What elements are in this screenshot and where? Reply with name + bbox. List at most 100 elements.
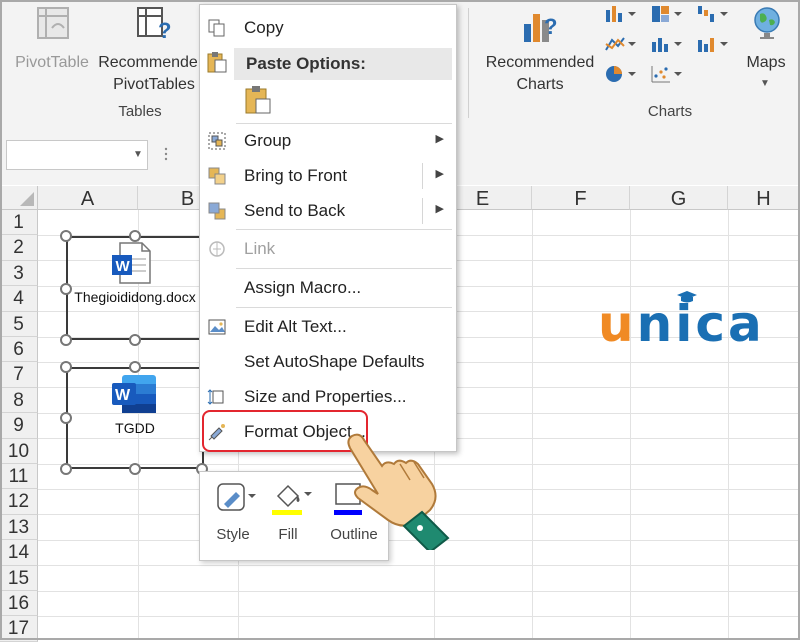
row-header[interactable]: 14	[0, 540, 38, 566]
column-header-g[interactable]: G	[630, 186, 728, 210]
maps-label: Maps	[746, 54, 786, 71]
row-header[interactable]: 8	[0, 387, 38, 414]
paste-options-header: Paste Options:	[234, 48, 452, 80]
recommended-charts-button[interactable]: ? Recommended Charts	[480, 4, 600, 96]
menu-item-group[interactable]: Group ▶	[200, 124, 456, 158]
style-label: Style	[216, 526, 250, 543]
gridline	[38, 591, 800, 592]
row-header[interactable]: 7	[0, 362, 38, 388]
row-header[interactable]: 1	[0, 210, 38, 236]
submenu-arrow-icon: ▶	[435, 168, 444, 180]
name-box-dropdown-icon[interactable]: ▼	[133, 149, 143, 160]
menu-separator	[236, 268, 452, 269]
hierarchy-chart-icon[interactable]	[650, 4, 684, 24]
row-header[interactable]: 3	[0, 260, 38, 287]
docx-object-label: Thegioididong.docx	[74, 289, 196, 305]
selection-handle[interactable]	[60, 283, 72, 295]
recommended-pivottables-label-1: Recommende	[98, 54, 198, 71]
column-header-a[interactable]: A	[38, 186, 138, 210]
pivottable-label: PivotTable	[15, 54, 89, 71]
row-header[interactable]: 13	[0, 514, 38, 541]
row-header[interactable]: 5	[0, 311, 38, 337]
group-icon	[208, 132, 226, 150]
selection-handle[interactable]	[129, 361, 141, 373]
unica-logo: unica	[598, 295, 765, 355]
send-to-back-icon	[208, 202, 226, 220]
selection-handle[interactable]	[60, 361, 72, 373]
alt-text-icon	[208, 319, 226, 335]
menu-size-and-properties-label: Size and Properties...	[244, 387, 407, 406]
column-header-f[interactable]: F	[532, 186, 630, 210]
tgdd-object-label: TGDD	[115, 420, 155, 436]
selection-handle[interactable]	[60, 412, 72, 424]
context-menu: Copy Paste Options: Group ▶ Bring to Fro…	[199, 4, 457, 452]
column-chart-icon[interactable]	[604, 4, 638, 24]
row-header[interactable]: 12	[0, 489, 38, 515]
paste-options-label: Paste Options:	[246, 54, 366, 73]
style-button[interactable]: Style	[214, 482, 258, 552]
menu-item-size-and-properties[interactable]: Size and Properties...	[200, 380, 456, 414]
gridline	[532, 210, 533, 640]
split-divider	[422, 198, 423, 224]
select-all-corner[interactable]	[0, 186, 38, 210]
row-header[interactable]: 17	[0, 616, 38, 642]
logo-letter-u: u	[598, 295, 637, 353]
name-box[interactable]: ▼	[6, 140, 148, 170]
selection-handle[interactable]	[60, 463, 72, 475]
charts-group-label: Charts	[647, 103, 693, 120]
menu-item-edit-alt-text[interactable]: Edit Alt Text...	[200, 310, 456, 344]
chart-types-gallery	[604, 4, 734, 84]
menu-item-bring-to-front[interactable]: Bring to Front ▶	[200, 159, 456, 193]
paste-icon	[206, 50, 228, 74]
recommended-pivottables-button[interactable]: ? Recommende PivotTables	[96, 4, 200, 96]
gridline	[630, 210, 631, 640]
row-header[interactable]: 10	[0, 438, 38, 464]
pivottable-icon	[37, 7, 69, 39]
scatter-chart-icon[interactable]	[650, 64, 684, 84]
copy-icon	[208, 19, 225, 37]
formula-bar-grip-icon	[164, 146, 168, 162]
recommended-pivottables-icon: ?	[137, 7, 171, 42]
fill-button[interactable]: Fill	[270, 482, 314, 552]
line-chart-icon[interactable]	[604, 34, 638, 54]
row-header[interactable]: 9	[0, 413, 38, 439]
selection-handle[interactable]	[129, 334, 141, 346]
statistic-chart-icon[interactable]	[650, 34, 684, 54]
row-header[interactable]: 6	[0, 337, 38, 363]
column-header-h[interactable]: H	[728, 186, 800, 210]
menu-item-assign-macro[interactable]: Assign Macro...	[200, 271, 456, 305]
row-header[interactable]: 4	[0, 286, 38, 312]
paste-option-icon[interactable]	[244, 85, 272, 115]
menu-send-to-back-label: Send to Back	[244, 201, 346, 220]
row-header[interactable]: 11	[0, 464, 38, 490]
gridline	[728, 210, 729, 640]
pivottable-button[interactable]: PivotTable	[10, 4, 94, 94]
link-icon	[209, 241, 225, 257]
svg-text:W: W	[116, 258, 131, 275]
selection-handle[interactable]	[60, 334, 72, 346]
gridline	[38, 565, 800, 566]
size-properties-icon	[207, 389, 224, 405]
svg-text:?: ?	[158, 18, 171, 42]
selection-handle[interactable]	[60, 230, 72, 242]
menu-separator	[236, 229, 452, 230]
ribbon-separator	[468, 8, 469, 118]
shape-style-icon	[217, 483, 256, 511]
waterfall-chart-icon[interactable]	[696, 4, 730, 24]
menu-item-set-autoshape-defaults[interactable]: Set AutoShape Defaults	[200, 345, 456, 379]
menu-item-copy[interactable]: Copy	[200, 11, 456, 45]
svg-text:?: ?	[544, 14, 557, 39]
menu-group-label: Group	[244, 131, 292, 150]
combo-chart-icon[interactable]	[696, 34, 730, 54]
selection-handle[interactable]	[129, 463, 141, 475]
row-header[interactable]: 2	[0, 235, 38, 261]
menu-item-send-to-back[interactable]: Send to Back ▶	[200, 194, 456, 228]
row-header[interactable]: 15	[0, 565, 38, 591]
pie-chart-icon[interactable]	[604, 64, 638, 84]
maps-dropdown-icon[interactable]: ▼	[760, 78, 770, 89]
gridline	[38, 616, 800, 617]
maps-button[interactable]: Maps ▼	[738, 4, 794, 96]
selection-handle[interactable]	[129, 230, 141, 242]
row-header[interactable]: 16	[0, 591, 38, 617]
split-divider	[422, 163, 423, 189]
